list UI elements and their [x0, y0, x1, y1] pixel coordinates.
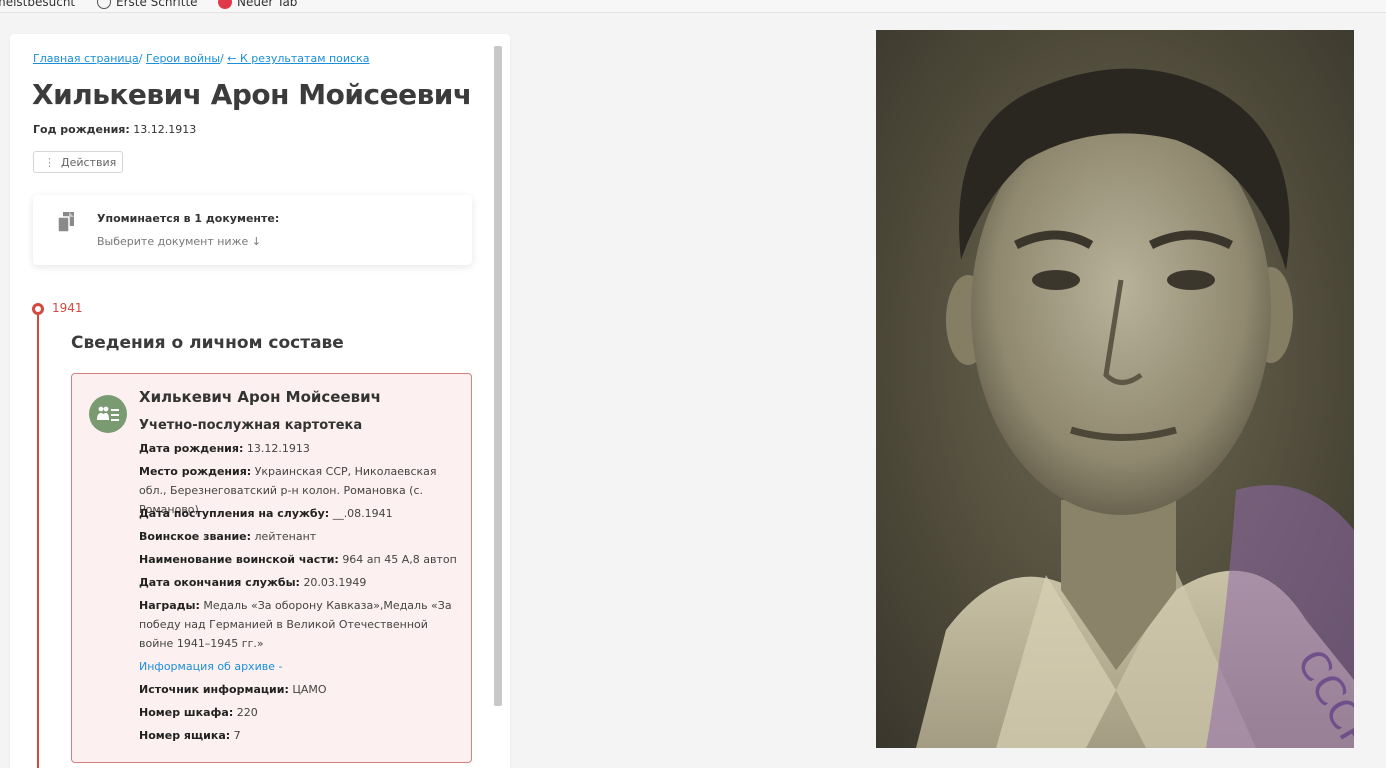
back-to-results-link[interactable]: ← К результатам поиска	[227, 52, 369, 65]
person-portrait-photo: СССР	[876, 30, 1354, 748]
record-card[interactable]: Хилькевич Арон Мойсеевич Учетно-послужна…	[71, 373, 472, 763]
field-value: 964 ап 45 А,8 автоп	[342, 553, 457, 566]
archive-info-link[interactable]: Информация об архиве -	[139, 657, 461, 676]
bookmarks-bar: meistbesucht Erste Schritte Neuer Tab	[0, 0, 1386, 13]
field-label: Награды:	[139, 599, 200, 612]
field-label: Дата рождения:	[139, 442, 244, 455]
birth-value: 13.12.1913	[133, 123, 197, 136]
field-value: лейтенант	[254, 530, 317, 543]
field-value: __.08.1941	[332, 507, 393, 520]
field-label: Дата окончания службы:	[139, 576, 300, 589]
section-title: Сведения о личном составе	[71, 333, 344, 353]
record-type: Учетно-послужная картотека	[139, 418, 363, 433]
field-service-start: Дата поступления на службу: __.08.1941	[139, 504, 461, 523]
field-drawer-number: Номер ящика: 7	[139, 726, 461, 745]
field-value: 220	[236, 706, 258, 719]
field-birth-date: Дата рождения: 13.12.1913	[139, 439, 461, 458]
breadcrumb-heroes-link[interactable]: Герои войны	[146, 52, 220, 65]
bookmark-label: Neuer Tab	[237, 0, 298, 9]
record-person-name: Хилькевич Арон Мойсеевич	[139, 388, 381, 406]
birth-year: Год рождения: 13.12.1913	[33, 123, 196, 136]
field-label: Дата поступления на службу:	[139, 507, 330, 520]
field-value: 20.03.1949	[303, 576, 367, 589]
bookmark-label: meistbesucht	[0, 0, 76, 9]
field-value: 7	[233, 729, 241, 742]
field-label: Номер ящика:	[139, 729, 231, 742]
field-label: Воинское звание:	[139, 530, 252, 543]
field-service-end: Дата окончания службы: 20.03.1949	[139, 573, 461, 592]
birth-label: Год рождения:	[33, 123, 130, 136]
field-value: 13.12.1913	[246, 442, 310, 455]
field-label: Номер шкафа:	[139, 706, 234, 719]
field-awards: Награды: Медаль «За оборону Кавказа»,Мед…	[139, 596, 461, 653]
timeline-marker-icon	[32, 303, 44, 315]
actions-label: Действия	[61, 155, 117, 169]
field-label: Место рождения:	[139, 465, 252, 478]
bookmark-most-visited[interactable]: meistbesucht	[0, 0, 75, 9]
globe-icon	[97, 0, 111, 9]
breadcrumb: Главная страница/ Герои войны/ ← К резул…	[33, 52, 370, 65]
field-label: Источник информации:	[139, 683, 289, 696]
field-value: ЦАМО	[292, 683, 327, 696]
bookmark-new-tab[interactable]: Neuer Tab	[218, 0, 297, 9]
field-info-source: Источник информации: ЦАМО	[139, 680, 461, 699]
field-label: Наименование воинской части:	[139, 553, 339, 566]
mention-title: Упоминается в 1 документе:	[97, 212, 280, 225]
new-tab-icon	[218, 0, 232, 9]
documents-icon	[57, 212, 74, 233]
field-cabinet-number: Номер шкафа: 220	[139, 703, 461, 722]
bookmark-getting-started[interactable]: Erste Schritte	[97, 0, 198, 9]
timeline-line	[37, 309, 39, 768]
page-title: Хилькевич Арон Мойсеевич	[32, 78, 472, 111]
personnel-card-icon	[89, 395, 127, 433]
mention-subtitle: Выберите документ ниже ↓	[97, 235, 261, 248]
timeline-year: 1941	[52, 301, 83, 315]
field-military-unit: Наименование воинской части: 964 ап 45 А…	[139, 550, 461, 569]
mention-card: Упоминается в 1 документе: Выберите доку…	[33, 195, 472, 265]
field-rank: Воинское звание: лейтенант	[139, 527, 461, 546]
breadcrumb-home-link[interactable]: Главная страница	[33, 52, 139, 65]
scrollbar-thumb[interactable]	[494, 46, 502, 706]
bookmark-label: Erste Schritte	[116, 0, 198, 9]
actions-button[interactable]: ⋮ Действия	[33, 151, 123, 173]
more-vertical-icon: ⋮	[44, 155, 55, 169]
breadcrumb-separator: /	[138, 52, 146, 65]
